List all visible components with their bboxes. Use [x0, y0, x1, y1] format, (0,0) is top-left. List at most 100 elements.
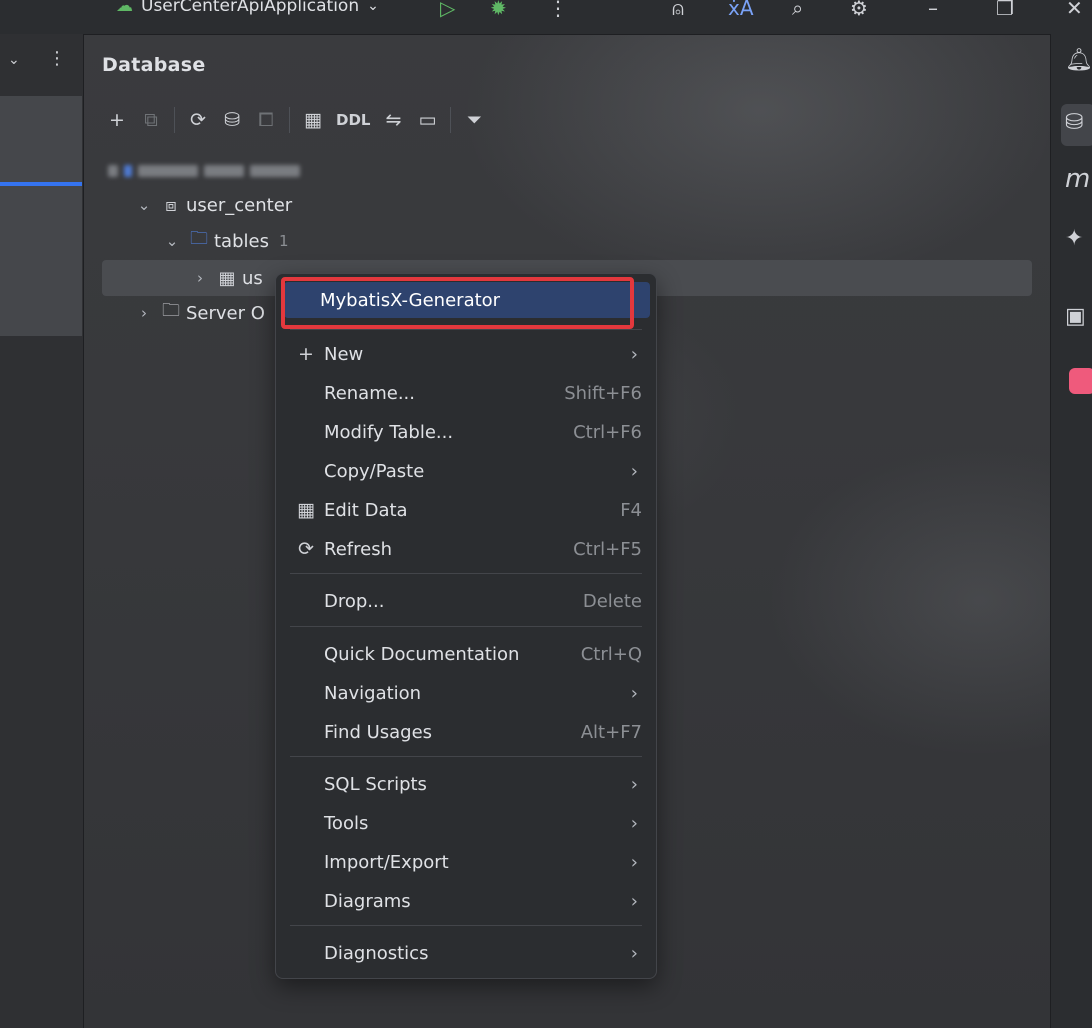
- add-user-icon[interactable]: ⍝: [672, 0, 684, 20]
- menu-item-mybatisx-generator[interactable]: MybatisX-Generator: [284, 282, 650, 318]
- translate-panel-icon[interactable]: ▣: [1065, 304, 1086, 329]
- menu-item-label: Refresh: [324, 538, 392, 560]
- menu-item-copy-paste[interactable]: Copy/Paste ›: [288, 453, 644, 489]
- server-objects-label: Server O: [186, 302, 265, 324]
- ddl-button[interactable]: DDL: [330, 104, 376, 136]
- chevron-right-icon[interactable]: ›: [132, 304, 156, 322]
- schema-icon: ⧈: [165, 194, 177, 216]
- menu-item-drop[interactable]: Drop... Delete: [288, 583, 644, 619]
- menu-item-diagrams[interactable]: Diagrams ›: [288, 883, 644, 919]
- menu-item-tools[interactable]: Tools ›: [288, 805, 644, 841]
- menu-item-label: Modify Table...: [324, 421, 454, 443]
- menu-item-label: Find Usages: [324, 721, 433, 743]
- menu-item-label: SQL Scripts: [324, 773, 427, 795]
- menu-item-shortcut: Ctrl+F6: [573, 421, 642, 443]
- menu-item-shortcut: Alt+F7: [580, 721, 642, 743]
- more-icon[interactable]: ⋮: [548, 0, 568, 20]
- menu-item-navigation[interactable]: Navigation ›: [288, 675, 644, 711]
- tables-count: 1: [278, 232, 289, 250]
- schema-label: user_center: [186, 194, 293, 216]
- data-source-properties-icon[interactable]: ⛁: [215, 104, 249, 136]
- run-config-icon: ☁: [116, 0, 133, 16]
- menu-separator: [290, 626, 642, 627]
- menu-item-label: Quick Documentation: [324, 643, 520, 665]
- chevron-down-icon[interactable]: ⌄: [160, 232, 184, 250]
- search-icon[interactable]: ⌕: [792, 0, 803, 20]
- compare-icon[interactable]: ⇋: [376, 104, 410, 136]
- table-icon: ▦: [218, 267, 236, 289]
- menu-item-rename[interactable]: Rename... Shift+F6: [288, 375, 644, 411]
- toolbar-separator: [289, 107, 290, 133]
- menu-item-shortcut: Shift+F6: [564, 382, 642, 404]
- mybatis-icon[interactable]: m: [1065, 164, 1090, 194]
- run-config-selector[interactable]: ☁ UserCenterApiApplication ⌄: [116, 0, 379, 16]
- menu-item-label: Import/Export: [324, 851, 449, 873]
- chevron-right-icon: ›: [630, 773, 638, 795]
- more-icon[interactable]: ⋮: [48, 48, 66, 69]
- jump-to-console-icon[interactable]: ⧠: [249, 104, 283, 136]
- menu-item-label: Rename...: [324, 382, 415, 404]
- refresh-icon[interactable]: ⟳: [181, 104, 215, 136]
- app-icon[interactable]: [1069, 368, 1092, 394]
- menu-item-label: New: [324, 343, 364, 365]
- tree-node-tables[interactable]: ⌄ 🗀 tables 1: [160, 226, 289, 256]
- tree-node-table[interactable]: › ▦ us: [188, 263, 263, 293]
- chevron-down-icon[interactable]: ⌄: [132, 196, 156, 214]
- database-icon: ⛁: [1065, 110, 1084, 135]
- chevron-right-icon[interactable]: ›: [188, 269, 212, 287]
- menu-item-label: MybatisX-Generator: [320, 289, 501, 311]
- notifications-icon[interactable]: 🔔︎: [1065, 48, 1092, 73]
- menu-item-find-usages[interactable]: Find Usages Alt+F7: [288, 714, 644, 750]
- menu-item-shortcut: Delete: [582, 590, 642, 612]
- plus-icon: +: [298, 343, 314, 365]
- menu-item-import-export[interactable]: Import/Export ›: [288, 844, 644, 880]
- menu-item-sql-scripts[interactable]: SQL Scripts ›: [288, 766, 644, 802]
- tables-label: tables: [214, 230, 269, 252]
- restore-icon[interactable]: ❐: [996, 0, 1014, 20]
- table-icon[interactable]: ▦: [296, 104, 330, 136]
- tree-node-server-objects[interactable]: › 🗀 Server O: [132, 298, 265, 328]
- menu-item-label: Navigation: [324, 682, 422, 704]
- refresh-icon: ⟳: [298, 538, 314, 560]
- database-toolbar: + ⧉ ⟳ ⛁ ⧠ ▦ DDL ⇋ ▭ ⏷: [100, 104, 491, 136]
- console-icon[interactable]: ▭: [410, 104, 444, 136]
- menu-item-edit-data[interactable]: ▦ Edit Data F4: [288, 492, 644, 528]
- run-icon[interactable]: ▷: [440, 0, 455, 20]
- editor-preview: [0, 96, 82, 336]
- menu-item-label: Edit Data: [324, 499, 408, 521]
- chevron-right-icon: ›: [630, 812, 638, 834]
- tree-node-schema[interactable]: ⌄ ⧈ user_center: [132, 190, 292, 220]
- chevron-right-icon: ›: [630, 460, 638, 482]
- plugin-icon[interactable]: ✦: [1065, 226, 1083, 251]
- gear-icon[interactable]: ⚙: [850, 0, 868, 20]
- menu-separator: [290, 573, 642, 574]
- translate-icon[interactable]: ẋA: [728, 0, 754, 20]
- menu-item-diagnostics[interactable]: Diagnostics ›: [288, 935, 644, 971]
- menu-item-label: Drop...: [324, 590, 385, 612]
- menu-item-shortcut: Ctrl+F5: [573, 538, 642, 560]
- menu-separator: [290, 329, 642, 330]
- chevron-right-icon: ›: [630, 682, 638, 704]
- menu-item-refresh[interactable]: ⟳ Refresh Ctrl+F5: [288, 531, 644, 567]
- menu-item-quick-documentation[interactable]: Quick Documentation Ctrl+Q: [288, 636, 644, 672]
- close-icon[interactable]: ✕: [1066, 0, 1083, 20]
- filter-icon[interactable]: ⏷: [457, 104, 491, 136]
- debug-icon[interactable]: ✹: [490, 0, 507, 20]
- menu-item-new[interactable]: + New ›: [288, 336, 644, 372]
- toolbar-separator: [174, 107, 175, 133]
- add-icon[interactable]: +: [100, 104, 134, 136]
- panel-title: Database: [102, 54, 206, 76]
- title-bar: ☁ UserCenterApiApplication ⌄ ▷ ✹ ⋮ ⍝ ẋA …: [0, 0, 1092, 35]
- menu-item-modify-table[interactable]: Modify Table... Ctrl+F6: [288, 414, 644, 450]
- data-source-row-redacted[interactable]: [108, 160, 300, 182]
- chevron-right-icon: ›: [630, 942, 638, 964]
- minimize-icon[interactable]: –: [928, 0, 938, 20]
- menu-separator: [290, 925, 642, 926]
- folder-icon: 🗀: [190, 228, 208, 249]
- toolbar-separator: [450, 107, 452, 133]
- duplicate-icon[interactable]: ⧉: [134, 104, 168, 136]
- server-objects-icon: 🗀: [162, 300, 180, 321]
- chevron-down-icon: ⌄: [367, 0, 379, 14]
- menu-item-shortcut: F4: [620, 499, 642, 521]
- chevron-down-icon[interactable]: ⌄: [8, 52, 20, 68]
